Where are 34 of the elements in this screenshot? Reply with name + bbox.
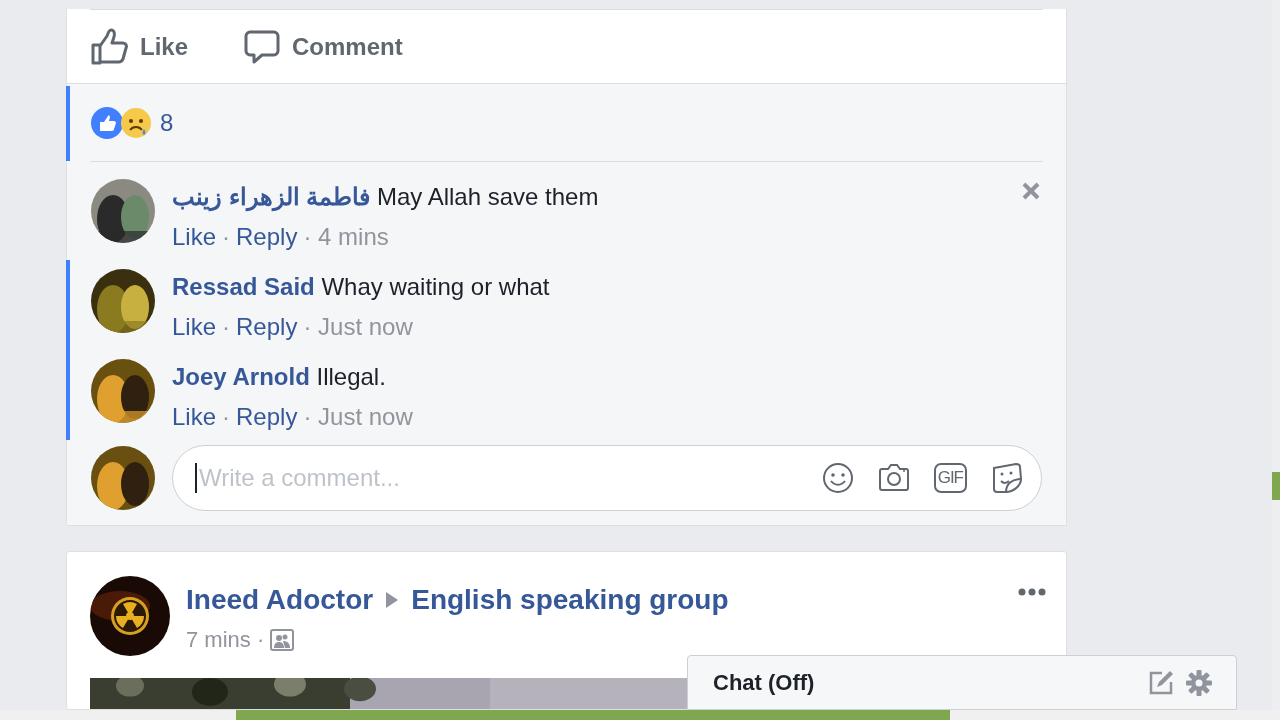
close-icon[interactable] [1021, 181, 1041, 201]
group-link[interactable]: English speaking group [411, 584, 729, 616]
comment-text: Ressad Said Whay waiting or what [172, 272, 550, 302]
comment-field[interactable]: Write a comment... GIF [172, 445, 1042, 511]
separator-dot: · [222, 312, 231, 342]
reply-link[interactable]: Reply [236, 307, 298, 347]
like-link[interactable]: Like [172, 397, 217, 437]
comment-input[interactable]: Write a comment... [195, 463, 798, 493]
comment-text: Joey Arnold Illegal. [172, 362, 387, 392]
smiley-icon[interactable] [821, 462, 854, 494]
separator-dot: · [222, 402, 231, 432]
reply-link[interactable]: Reply [236, 397, 298, 437]
separator-dot: · [222, 222, 231, 252]
compose-icon[interactable] [1148, 669, 1174, 696]
like-link[interactable]: Like [172, 217, 217, 257]
triangle-icon [385, 591, 400, 609]
settings-icon[interactable] [1186, 669, 1212, 696]
action-button[interactable]: Comment [244, 28, 403, 65]
like-reaction-icon [91, 106, 123, 139]
action-button[interactable]: Like [90, 27, 189, 66]
reaction-count[interactable]: 8 [160, 108, 174, 137]
like-link[interactable]: Like [172, 307, 217, 347]
camera-icon[interactable] [877, 463, 910, 493]
thumbs-up-icon [90, 27, 128, 66]
reply-link[interactable]: Reply [236, 217, 298, 257]
more-icon[interactable] [1018, 588, 1046, 596]
sad-face-icon [120, 106, 152, 139]
chat-bar[interactable]: Chat (Off) [687, 655, 1237, 710]
horizontal-scrollbar[interactable] [0, 710, 1280, 720]
people-icon[interactable] [270, 629, 295, 651]
sticker-icon[interactable] [991, 462, 1023, 494]
author-link[interactable]: Ineed Adoctor [186, 584, 374, 616]
speech-bubble-icon [244, 28, 281, 65]
gif-button[interactable]: GIF [933, 463, 967, 493]
